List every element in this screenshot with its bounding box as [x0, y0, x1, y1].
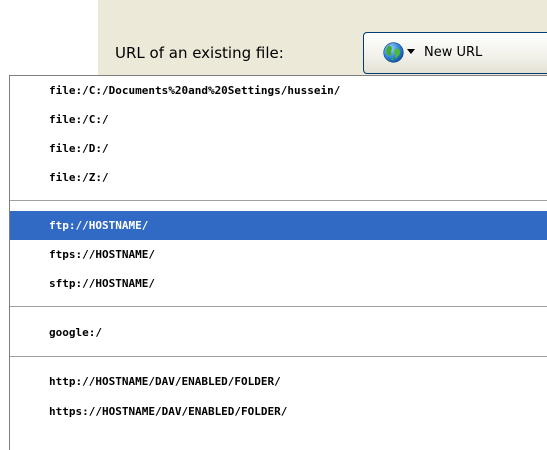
- menu-item-https[interactable]: https://HOSTNAME/DAV/ENABLED/FOLDER/: [10, 397, 547, 426]
- menu-item-google[interactable]: google:/: [10, 318, 547, 347]
- menu-separator: [10, 356, 547, 357]
- menu-item-file-c[interactable]: file:/C:/: [10, 105, 547, 134]
- menu-item-sftp[interactable]: sftp://HOSTNAME/: [10, 269, 547, 298]
- dropdown-arrow-icon: [407, 49, 415, 54]
- menu-item-file-d[interactable]: file:/D:/: [10, 134, 547, 163]
- url-field-label: URL of an existing file:: [115, 44, 284, 62]
- url-dropdown-menu: file:/C:/Documents%20and%20Settings/huss…: [9, 75, 547, 450]
- globe-icon: [383, 42, 404, 63]
- menu-item-file-z[interactable]: file:/Z:/: [10, 163, 547, 192]
- menu-item-file-home[interactable]: file:/C:/Documents%20and%20Settings/huss…: [10, 76, 547, 105]
- menu-separator: [10, 200, 547, 201]
- menu-item-http[interactable]: http://HOSTNAME/DAV/ENABLED/FOLDER/: [10, 367, 547, 396]
- menu-item-ftps[interactable]: ftps://HOSTNAME/: [10, 240, 547, 269]
- menu-separator: [10, 306, 547, 307]
- new-url-button[interactable]: New URL: [363, 32, 547, 74]
- new-url-label: New URL: [424, 45, 483, 60]
- menu-item-ftp[interactable]: ftp://HOSTNAME/: [10, 211, 547, 240]
